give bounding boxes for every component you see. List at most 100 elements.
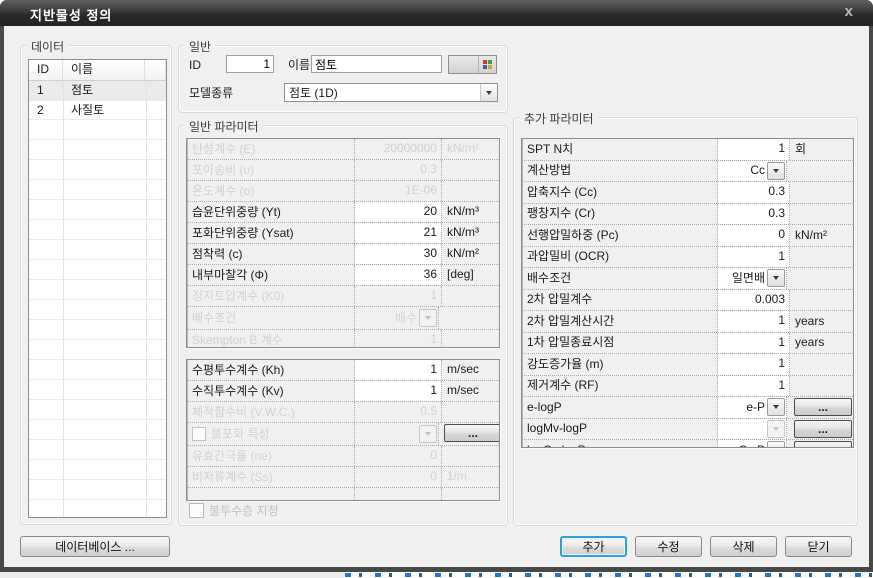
param-row: 배수조건 배수 [187,307,499,330]
param-row: 계산방법 Cc [522,161,853,183]
unit-weight-input[interactable]: 20 [355,202,442,222]
param-row: 1차 압밀종료시점 1 years [522,333,853,355]
chevron-down-icon [419,309,437,327]
param-row: 제거계수 (RF) 1 [522,376,853,398]
chevron-down-icon [767,420,785,438]
chevron-down-icon[interactable] [767,398,785,416]
model-type-select[interactable]: 점토 (1D) [284,83,498,102]
strength-increase-input[interactable]: 1 [718,354,790,375]
impermeable-layer-label: 불투수층 지정 [209,502,279,519]
background-window-strip [0,572,873,578]
cr-input[interactable]: 0.3 [718,204,790,225]
model-type-label: 모델종류 [189,86,233,100]
general-group-label: 일반 [185,38,215,55]
param-row: 점착력 (c) 30 kN/m² [187,244,499,265]
param-row: 팽창지수 (Cr) 0.3 [522,204,853,226]
param-row: 압축지수 (Cc) 0.3 [522,182,853,204]
param-row: 선행압밀하중 (Pc) 0 kN/m² [522,225,853,247]
general-group: 일반 ID 이름 모델종류 점토 (1D) [178,45,508,113]
drainage-condition-select[interactable]: 일면배 [718,268,787,289]
secondary-consolidation-input[interactable]: 0.003 [718,290,790,311]
data-group-label: 데이터 [27,38,68,55]
param-row: 포아송비 (υ) 0.3 [187,160,499,181]
param-row: 과압밀비 (OCR) 1 [522,247,853,269]
material-list-header: ID 이름 [29,60,166,81]
chevron-down-icon [419,425,437,443]
impermeable-layer-checkbox-row: 불투수층 지정 [189,502,279,519]
param-row: logCv-logP Cv-P ... [522,440,853,448]
additional-params-group: 추가 파라미터 SPT N치 1 회 계산방법 Cc [513,117,858,526]
param-row: 불포화 특성 ... [187,423,499,446]
param-row: 습윤단위중량 (Yt) 20 kN/m³ [187,202,499,223]
additional-params-group-label: 추가 파라미터 [520,110,598,127]
logcv-ellipsis-button[interactable]: ... [794,441,852,448]
color-picker-button[interactable] [448,55,497,74]
param-row: 2차 압밀계산시간 1 years [522,311,853,333]
calc-method-select[interactable]: Cc [718,161,787,182]
column-header-name[interactable]: 이름 [63,60,145,80]
elogp-ellipsis-button[interactable]: ... [794,398,852,416]
chevron-down-icon[interactable] [767,162,785,180]
elogp-select[interactable]: e-P [718,397,787,418]
param-row: 수평투수계수 (Kh) 1 m/sec [187,360,499,381]
param-row: 강도증가율 (m) 1 [522,354,853,376]
close-icon[interactable]: x [845,3,853,20]
chevron-down-icon[interactable] [480,84,497,101]
dialog-body: 데이터 ID 이름 1 점토 2 사질토 [4,26,869,567]
id-label: ID [189,58,201,72]
spt-n-input[interactable]: 1 [718,139,790,160]
logcv-logp-select[interactable]: Cv-P [718,440,787,448]
param-row: 체적함수비 (V.W.C.) 0.5 [187,402,499,423]
param-row: e-logP e-P ... [522,397,853,419]
param-row: 배수조건 일면배 [522,268,853,290]
param-row: 유효간극률 (ne) 0 [187,446,499,467]
kv-input[interactable]: 1 [355,381,442,401]
ocr-input[interactable]: 1 [718,247,790,268]
material-list[interactable]: ID 이름 1 점토 2 사질토 [28,59,167,518]
param-row: 온도계수 (α) 1E-06 [187,181,499,202]
column-header-id[interactable]: ID [29,60,63,80]
logmv-ellipsis-button[interactable]: ... [794,420,852,438]
chevron-down-icon[interactable] [767,441,785,448]
kh-input[interactable]: 1 [355,360,442,380]
dialog-title: 지반물성 정의 [30,5,112,24]
primary-end-time-input[interactable]: 1 [718,333,790,354]
param-row: SPT N치 1 회 [522,139,853,161]
name-label: 이름 [288,58,310,72]
param-row: 내부마찰각 (Φ) 36 [deg] [187,265,499,286]
sat-unit-weight-input[interactable]: 21 [355,223,442,243]
pc-input[interactable]: 0 [718,225,790,246]
impermeable-layer-checkbox[interactable] [189,503,204,518]
dialog-titlebar[interactable]: 지반물성 정의 x [0,0,873,26]
secondary-time-input[interactable]: 1 [718,311,790,332]
database-button[interactable]: 데이터베이스 ... [20,536,170,557]
cc-input[interactable]: 0.3 [718,182,790,203]
friction-angle-input[interactable]: 36 [355,265,442,285]
cohesion-input[interactable]: 30 [355,244,442,264]
param-row: 탄성계수 (E) 20000000 kN/m² [187,139,499,160]
param-row: 수직투수계수 (Kv) 1 m/sec [187,381,499,402]
delete-button[interactable]: 삭제 [710,536,777,557]
general-params-group-label: 일반 파라미터 [185,118,263,135]
modify-button[interactable]: 수정 [635,536,702,557]
general-params-table: 탄성계수 (E) 20000000 kN/m² 포아송비 (υ) 0.3 온도계… [186,138,500,348]
unsaturated-ellipsis-button[interactable]: ... [444,424,499,442]
param-row: Skempton B 계수 1 [187,330,499,348]
general-params-group: 일반 파라미터 탄성계수 (E) 20000000 kN/m² 포아송비 (υ)… [178,125,508,526]
rf-input[interactable]: 1 [718,376,790,397]
name-input[interactable] [311,55,442,73]
param-row: logMv-logP ... [522,419,853,441]
unsaturated-checkbox [192,427,206,441]
close-button[interactable]: 닫기 [785,536,852,557]
color-swatch [449,56,479,73]
logmv-logp-select [718,419,787,440]
param-row: 2차 압밀계수 0.003 [522,290,853,312]
add-button[interactable]: 추가 [560,536,627,557]
color-picker-icon [479,56,496,73]
param-row: 포화단위중량 (Ysat) 21 kN/m³ [187,223,499,244]
param-row: 정지토압계수 (K0) 1 [187,286,499,307]
data-group: 데이터 ID 이름 1 점토 2 사질토 [20,45,172,525]
param-row: 비저류계수 (Ss) 0 1/m [187,467,499,488]
chevron-down-icon[interactable] [767,269,785,287]
id-input[interactable] [226,55,274,73]
